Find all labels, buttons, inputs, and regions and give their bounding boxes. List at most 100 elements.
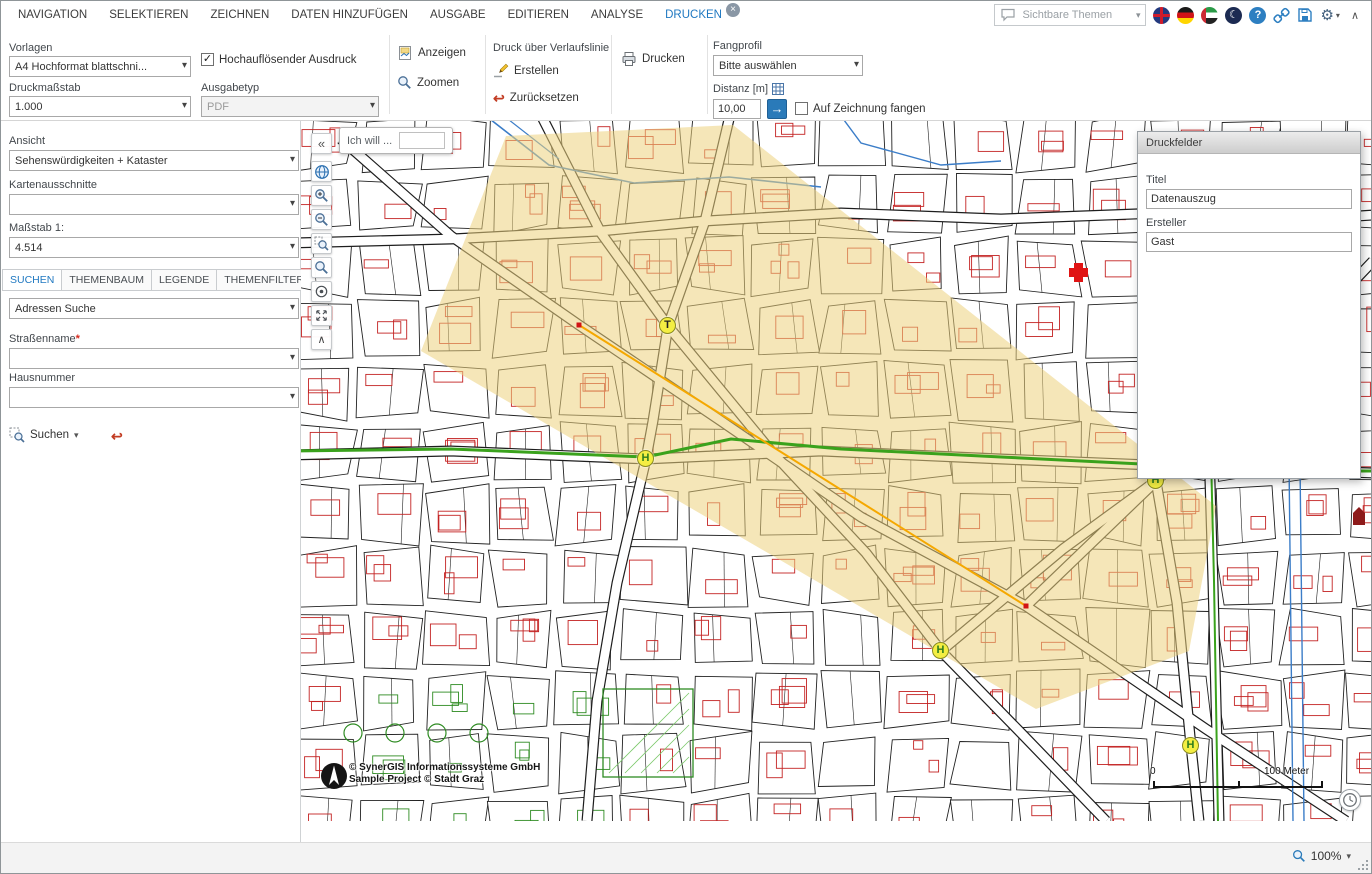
zoom-in-button[interactable] (311, 185, 332, 206)
caret-down-icon: ▾ (370, 100, 375, 111)
resize-grip[interactable] (1358, 860, 1369, 871)
fangen-checkbox[interactable] (795, 102, 808, 115)
menubar: NAVIGATIONSELEKTIERENZEICHNENDATEN HINZU… (1, 1, 1371, 29)
map-marker-h-2[interactable]: H (932, 642, 949, 659)
language-german-icon[interactable] (1177, 7, 1194, 24)
language-arabic-icon[interactable] (1201, 7, 1218, 24)
language-english-icon[interactable] (1153, 7, 1170, 24)
fangprofil-label: Fangprofil (713, 40, 762, 52)
caret-down-icon: ▾ (290, 391, 295, 402)
kartenausschnitte-select[interactable]: ▾ (9, 194, 299, 215)
night-mode-icon[interactable]: ☾ (1225, 7, 1242, 24)
ich-will-input[interactable] (399, 132, 445, 149)
reset-search-button[interactable]: ↩ (111, 429, 123, 443)
zoom-window-button[interactable] (311, 233, 332, 254)
map-marker-h-4[interactable]: H (1182, 737, 1199, 754)
visible-themes-dropdown[interactable]: Sichtbare Themen ▾ (994, 4, 1146, 26)
globe-icon (314, 164, 330, 180)
suchen-button[interactable]: Suchen ▾ (9, 427, 79, 443)
toolbar-collapse-button[interactable]: ∧ (311, 329, 332, 350)
caret-down-icon: ▾ (1136, 10, 1141, 21)
strassenname-combo[interactable]: ▾ (9, 348, 299, 369)
kartenausschnitte-label: Kartenausschnitte (9, 179, 97, 191)
menu-tab-navigation[interactable]: NAVIGATION (7, 9, 98, 21)
zoom-control[interactable]: 100% ▾ (1292, 849, 1351, 863)
ausgabetyp-select[interactable]: PDF ▾ (201, 96, 379, 117)
save-icon[interactable] (1297, 7, 1313, 23)
zoom-previous-icon (314, 260, 329, 275)
zoom-out-icon (314, 212, 329, 227)
ansicht-select[interactable]: Sehenswürdigkeiten + Kataster ▾ (9, 150, 299, 171)
apply-distance-button[interactable]: → (767, 99, 787, 119)
menu-tab-zeichnen[interactable]: ZEICHNEN (199, 9, 280, 21)
caret-down-icon: ▾ (290, 352, 295, 363)
drucken-button[interactable]: Drucken (621, 51, 685, 67)
caret-down-icon: ▾ (1346, 851, 1351, 862)
map-marker-h-1[interactable]: H (637, 450, 654, 467)
caret-down-icon: ▾ (854, 59, 859, 70)
hausnummer-combo[interactable]: ▾ (9, 387, 299, 408)
full-extent-button[interactable] (311, 305, 332, 326)
speech-bubble-icon (1000, 8, 1016, 22)
collapse-ribbon-button[interactable]: ∧ (1347, 9, 1363, 22)
sidebar-tab-bar: SUCHENTHEMENBAUMLEGENDETHEMENFILTER (2, 269, 312, 291)
menu-tab-drucken[interactable]: DRUCKEN (654, 9, 733, 21)
map-marker-t-0[interactable]: T (659, 317, 676, 334)
left-sidebar: Ansicht Sehenswürdigkeiten + Kataster ▾ … (1, 121, 301, 844)
time-slider-button[interactable] (1339, 789, 1361, 811)
settings-menu-button[interactable]: ⚙ ▾ (1320, 8, 1339, 23)
hochaufloesend-checkbox[interactable]: ✓ (201, 53, 214, 66)
menu-tab-analyse[interactable]: ANALYSE (580, 9, 654, 21)
sidebar-tab-legende[interactable]: LEGENDE (152, 269, 217, 291)
printer-icon (621, 51, 637, 67)
zoom-out-button[interactable] (311, 209, 332, 230)
vorlagen-label: Vorlagen (9, 42, 52, 54)
menubar-right-tools: Sichtbare Themen ▾ ☾ ? ⚙ ▾ ∧ (994, 4, 1363, 26)
sidebar-tab-suchen[interactable]: SUCHEN (2, 269, 62, 291)
search-type-select[interactable]: Adressen Suche ▾ (9, 298, 299, 319)
menu-tab-daten-hinzufügen[interactable]: DATEN HINZUFÜGEN (280, 9, 419, 21)
zoom-previous-button[interactable] (311, 257, 332, 278)
close-active-tab-icon[interactable]: × (726, 3, 740, 17)
ersteller-input[interactable] (1146, 232, 1352, 252)
anzeigen-button[interactable]: Anzeigen (397, 45, 466, 61)
caret-down-icon: ▾ (290, 241, 295, 252)
map-copyright: © SynerGIS Informationssysteme GmbH Samp… (349, 762, 540, 786)
statusbar: 100% ▾ (1, 842, 1371, 873)
overview-globe-button[interactable] (311, 161, 332, 182)
collapse-sidebar-button[interactable]: « (311, 133, 332, 154)
distanz-label: Distanz [m] (713, 83, 768, 95)
ich-will-widget[interactable]: Ich will ... (339, 127, 453, 154)
help-icon[interactable]: ? (1249, 7, 1266, 24)
preview-page-icon (397, 45, 413, 61)
ausgabetyp-label: Ausgabetyp (201, 82, 259, 94)
sidebar-tab-themenbaum[interactable]: THEMENBAUM (62, 269, 152, 291)
titel-label: Titel (1146, 174, 1352, 186)
sidebar-tab-themenfilter[interactable]: THEMENFILTER (217, 269, 312, 291)
erstellen-button[interactable]: Erstellen (493, 63, 559, 79)
ich-will-label: Ich will ... (347, 135, 392, 147)
menu-tab-ausgabe[interactable]: AUSGABE (419, 9, 497, 21)
titel-input[interactable] (1146, 189, 1352, 209)
ersteller-label: Ersteller (1146, 217, 1352, 229)
ansicht-label: Ansicht (9, 135, 45, 147)
zoom-level-value: 100% (1311, 849, 1342, 863)
fangprofil-select[interactable]: Bitte auswählen ▾ (713, 55, 863, 76)
druckfelder-panel-header[interactable]: Druckfelder (1138, 132, 1360, 154)
share-link-icon[interactable] (1273, 7, 1290, 24)
zoomen-button[interactable]: Zoomen (397, 75, 459, 90)
menu-tab-editieren[interactable]: EDITIEREN (497, 9, 580, 21)
caret-down-icon: ▾ (1336, 11, 1340, 20)
center-map-button[interactable] (311, 281, 332, 302)
menu-tab-selektieren[interactable]: SELEKTIEREN (98, 9, 199, 21)
grid-icon (772, 83, 784, 95)
massstab-select[interactable]: 4.514 ▾ (9, 237, 299, 258)
vorlagen-select[interactable]: A4 Hochformat blattschni... ▾ (9, 56, 191, 77)
zuruecksetzen-button[interactable]: ↩ Zurücksetzen (493, 91, 579, 105)
distanz-input[interactable] (713, 99, 761, 119)
zoom-level-icon (1292, 849, 1306, 863)
undo-icon: ↩ (493, 91, 505, 105)
app-window: NAVIGATIONSELEKTIERENZEICHNENDATEN HINZU… (0, 0, 1372, 874)
druckmassstab-select[interactable]: 1.000 ▾ (9, 96, 191, 117)
magnifier-icon (397, 75, 412, 90)
